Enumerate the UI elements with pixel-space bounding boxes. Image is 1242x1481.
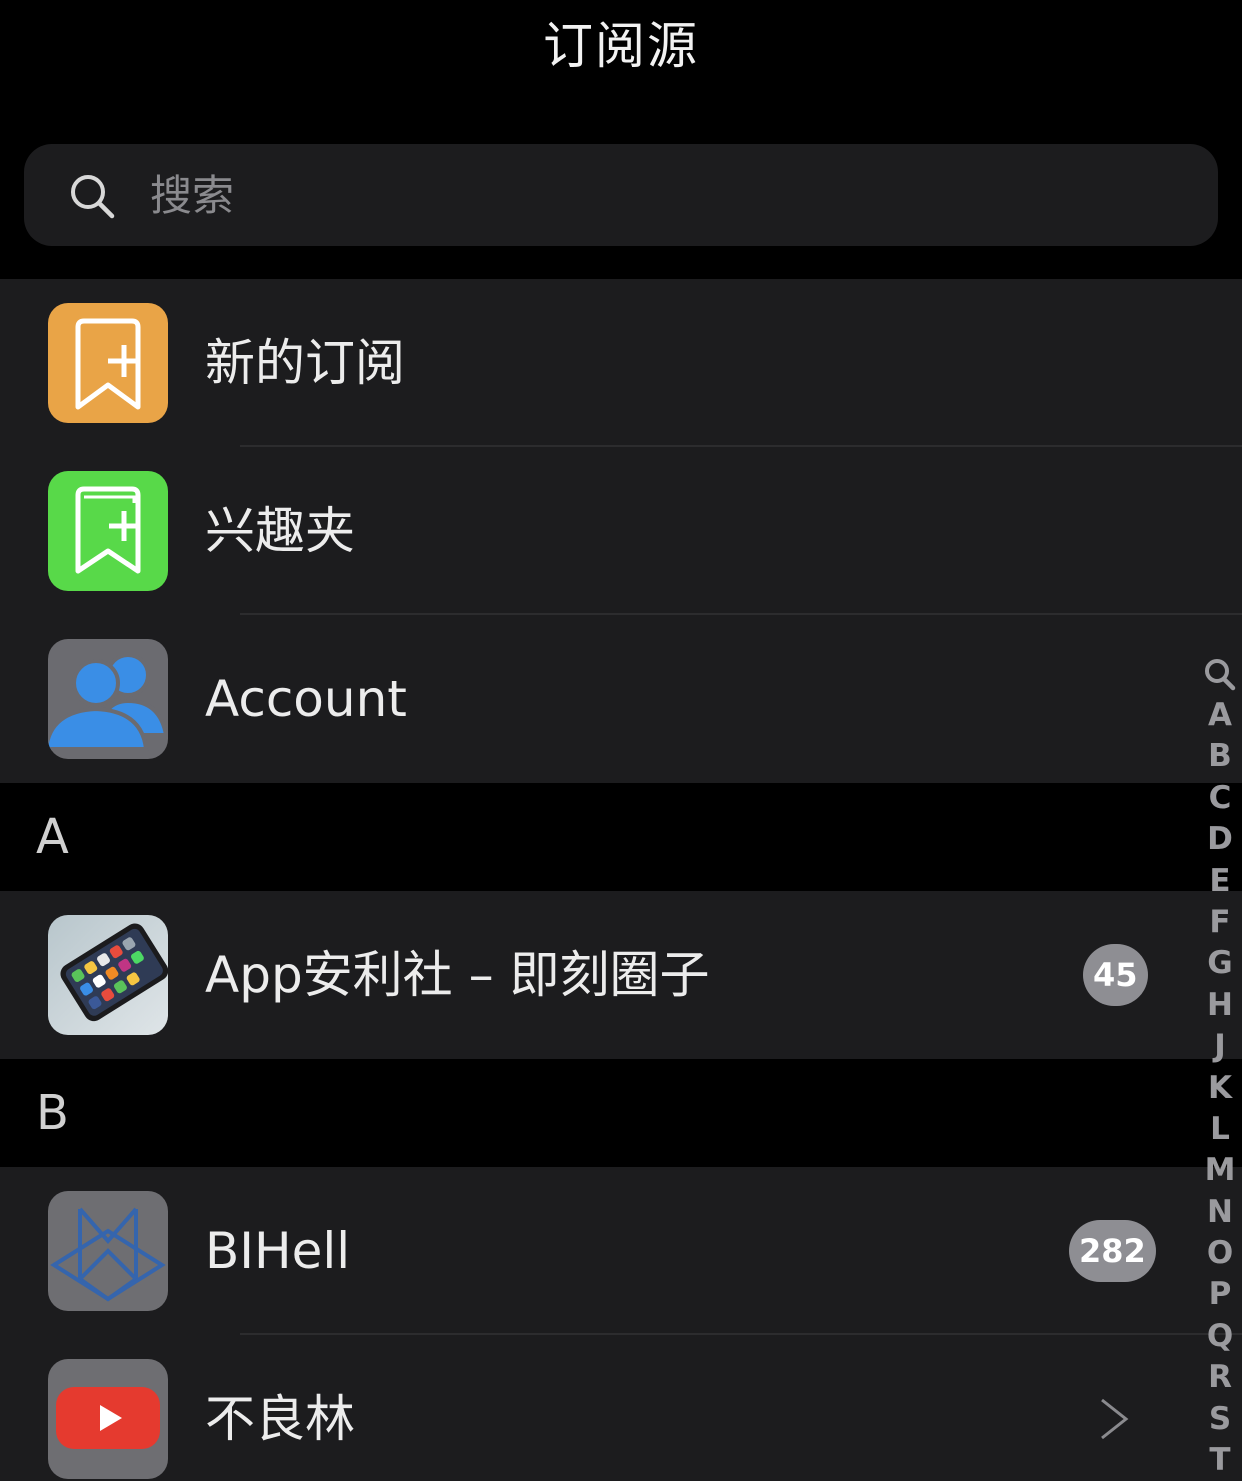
search-icon [71,175,115,219]
section-a-group: App安利社 – 即刻圈子 45 [0,891,1242,1059]
section-header-a: A [0,783,1242,891]
section-header-b: B [0,1059,1242,1167]
chevron-right-icon [1101,1398,1129,1440]
index-letter[interactable]: C [1198,778,1242,819]
index-letter[interactable]: E [1198,861,1242,902]
index-letter[interactable]: L [1198,1109,1242,1150]
top-group: 新的订阅 兴趣夹 Account [0,279,1242,783]
list-item-account[interactable]: Account [0,615,1242,783]
section-b-group: BIHell 282 不良林 [0,1167,1242,1481]
index-letter[interactable]: H [1198,985,1242,1026]
contacts-icon [48,639,168,759]
bookmark-plus-icon [48,471,168,591]
list-item-new-subscription[interactable]: 新的订阅 [0,279,1242,447]
index-letter[interactable]: O [1198,1233,1242,1274]
youtube-logo-icon [48,1359,168,1479]
list-item-label: App安利社 – 即刻圈子 [205,946,710,1004]
index-letter[interactable]: N [1198,1192,1242,1233]
index-letter[interactable]: Q [1198,1316,1242,1357]
section-letter: A [36,809,69,865]
list-item-label: 新的订阅 [205,334,405,392]
index-letter[interactable]: J [1198,1026,1242,1067]
index-letter[interactable]: A [1198,695,1242,736]
list-item-buliang-lin[interactable]: 不良林 [0,1335,1242,1481]
unread-count-badge: 45 [1083,944,1148,1006]
alphabet-index[interactable]: A B C D E F G H J K L M N O P Q R S T [1198,655,1242,1481]
phone-thumbnail-icon [48,915,168,1035]
list-item-label: 兴趣夹 [205,502,355,560]
bihell-logo-icon [48,1191,168,1311]
index-letter[interactable]: K [1198,1068,1242,1109]
index-letter[interactable]: D [1198,819,1242,860]
index-letter[interactable]: R [1198,1357,1242,1398]
subscriptions-screen: 订阅源 新的订阅 [0,0,1242,1481]
page-title: 订阅源 [543,17,699,75]
list-item-label: Account [205,670,407,728]
index-letter[interactable]: T [1198,1440,1242,1481]
list-item-app-anlishe[interactable]: App安利社 – 即刻圈子 45 [0,891,1242,1059]
index-letter[interactable]: B [1198,736,1242,777]
index-letter[interactable]: M [1198,1150,1242,1191]
list-item-label: 不良林 [205,1390,355,1448]
index-letter[interactable]: F [1198,902,1242,943]
list-item-label: BIHell [205,1222,351,1280]
list-item-bihell[interactable]: BIHell 282 [0,1167,1242,1335]
list-item-interest-folder[interactable]: 兴趣夹 [0,447,1242,615]
section-letter: B [36,1085,69,1141]
index-letter[interactable]: S [1198,1399,1242,1440]
search-input[interactable] [150,162,1150,228]
search-bar[interactable] [24,144,1218,246]
unread-count-badge: 282 [1069,1220,1156,1282]
search-icon[interactable] [1203,655,1237,695]
index-letter[interactable]: P [1198,1274,1242,1315]
bookmark-plus-icon [48,303,168,423]
index-letter[interactable]: G [1198,943,1242,984]
